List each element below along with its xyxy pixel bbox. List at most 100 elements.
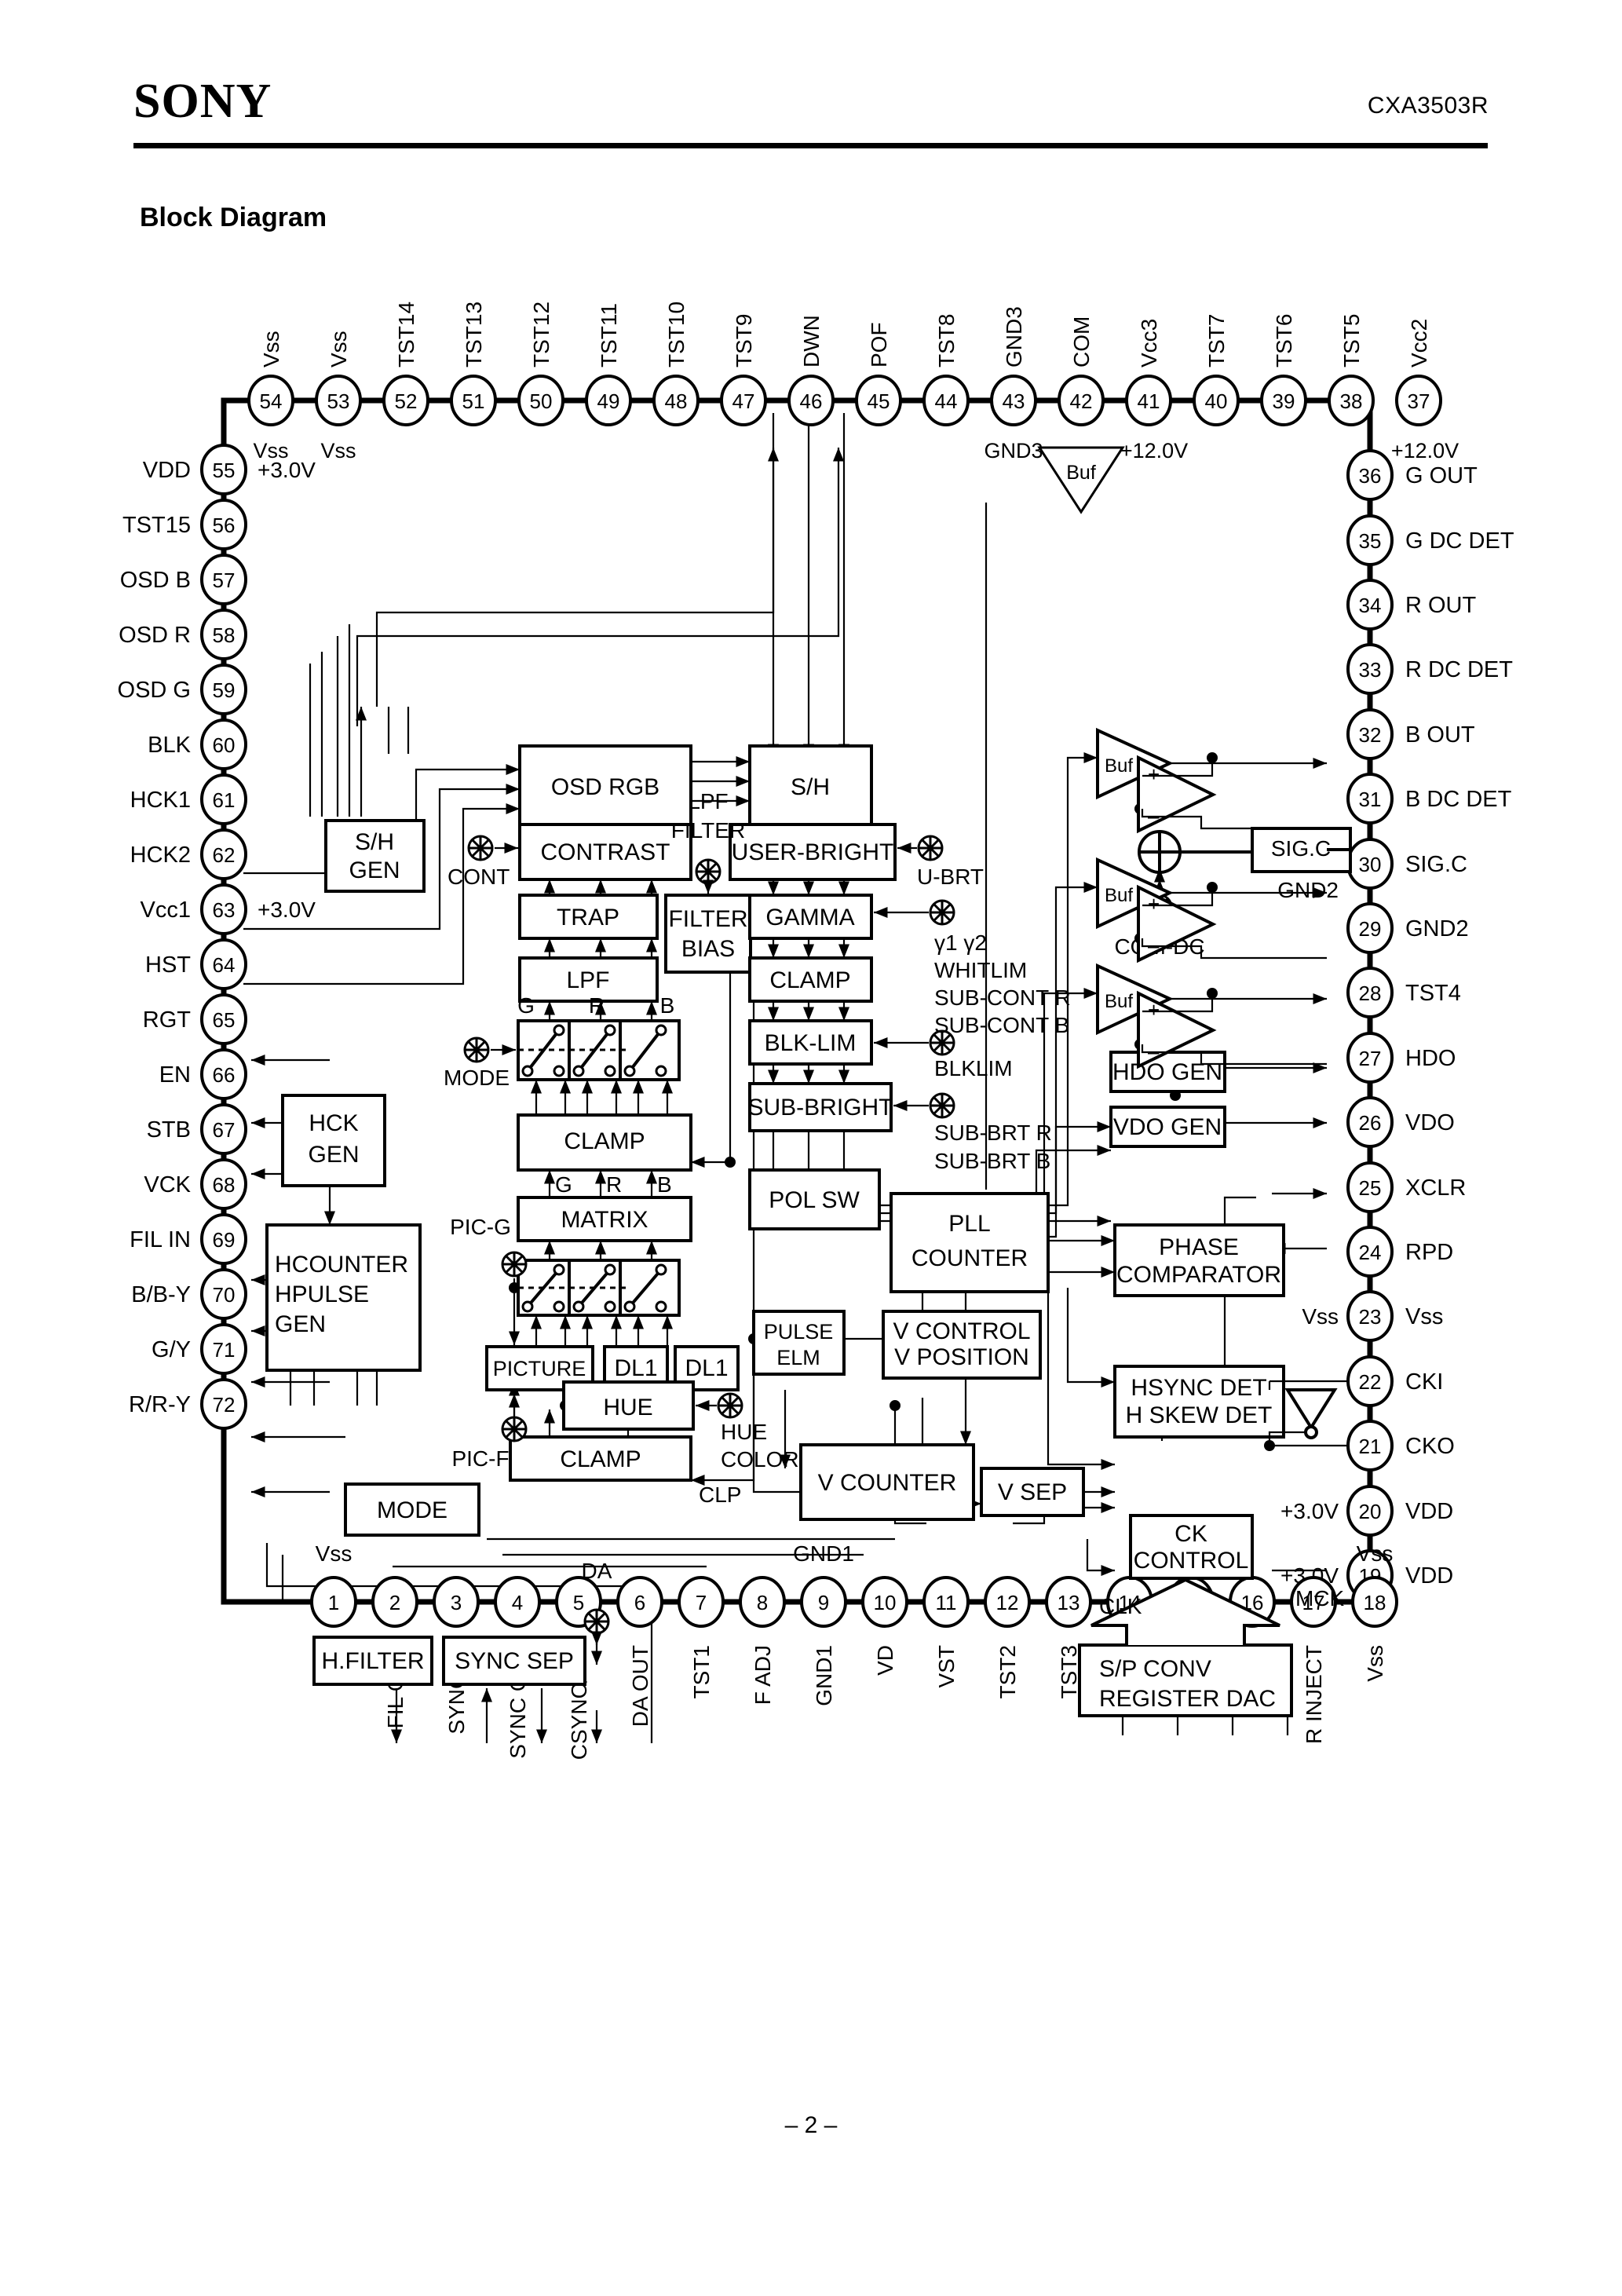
block-label-sh-gen-1: S/H bbox=[355, 829, 394, 855]
pin-num: 2 bbox=[389, 1591, 400, 1614]
pin-num: 49 bbox=[597, 389, 620, 413]
block-label-pll: PLL bbox=[948, 1211, 990, 1237]
left-pin-notes: +3.0V +3.0V bbox=[258, 458, 316, 922]
pin-label: F ADJ bbox=[751, 1645, 775, 1705]
switch-bank-upper: G R B bbox=[517, 993, 681, 1081]
pin-label: G DC DET bbox=[1405, 528, 1514, 554]
pin-note: Vss bbox=[320, 439, 356, 462]
block-label-v-sep: V SEP bbox=[998, 1479, 1067, 1505]
pin-num: 7 bbox=[696, 1591, 707, 1614]
block-label-sh: S/H bbox=[791, 774, 830, 800]
pin-num: 21 bbox=[1359, 1435, 1382, 1458]
switch-label-b: B bbox=[660, 993, 675, 1018]
pin-num: 30 bbox=[1359, 853, 1382, 876]
pin-num: 29 bbox=[1359, 917, 1382, 941]
pin-label: Vss bbox=[327, 331, 351, 367]
pin-num: 43 bbox=[1003, 389, 1025, 413]
pin-num: 39 bbox=[1273, 389, 1295, 413]
pin-label: B/B-Y bbox=[131, 1282, 191, 1307]
pin-num: 20 bbox=[1359, 1500, 1382, 1523]
pin-label: DWN bbox=[799, 315, 824, 367]
pin-note: +12.0V bbox=[1391, 439, 1459, 462]
block-label-clamp-mid: CLAMP bbox=[564, 1128, 645, 1154]
pin-label: COM bbox=[1069, 316, 1094, 367]
block-label-clamp-right: CLAMP bbox=[769, 967, 850, 993]
annot-pic-f: PIC-F bbox=[451, 1446, 509, 1471]
block-label-contrast: CONTRAST bbox=[541, 839, 670, 865]
block-label-hcounter: HCOUNTER bbox=[275, 1252, 408, 1278]
pin-note: Vss bbox=[316, 1541, 353, 1566]
pin-label: SIG.C bbox=[1405, 852, 1467, 877]
block-label-trap: TRAP bbox=[557, 905, 619, 930]
switch-label-r: R bbox=[589, 993, 605, 1018]
block-label-mode: MODE bbox=[377, 1497, 448, 1523]
annot-sub-cont-b: SUB-CONT B bbox=[934, 1013, 1069, 1037]
pin-label: CKO bbox=[1405, 1434, 1455, 1459]
block-hck-gen[interactable] bbox=[281, 1094, 386, 1187]
pin-note: +3.0V bbox=[1280, 1499, 1339, 1523]
pin-num: 48 bbox=[665, 389, 688, 413]
amp-plus-g: + bbox=[1148, 762, 1160, 786]
pin-label: B OUT bbox=[1405, 722, 1475, 748]
block-label-pulse: PULSE bbox=[764, 1320, 834, 1344]
block-label-hck-gen-2: GEN bbox=[308, 1142, 359, 1168]
block-label-matrix: MATRIX bbox=[561, 1207, 648, 1233]
page-number: – 2 – bbox=[784, 2112, 838, 2138]
pin-label: TST6 bbox=[1272, 314, 1296, 367]
header-divider bbox=[133, 143, 1488, 148]
pin-num: 64 bbox=[213, 953, 236, 977]
pin-num: 61 bbox=[213, 788, 236, 812]
block-label-bias: BIAS bbox=[681, 936, 735, 962]
block-label-picture: PICTURE bbox=[493, 1357, 586, 1380]
pin-label: VST bbox=[934, 1645, 959, 1687]
clamp-label-g: G bbox=[555, 1172, 572, 1197]
pin-num: 46 bbox=[800, 389, 823, 413]
amp-minus-r: – bbox=[1148, 934, 1160, 957]
pin-label: HDO bbox=[1405, 1046, 1456, 1071]
block-label-user-bright: USER-BRIGHT bbox=[732, 839, 894, 865]
pin-num: 26 bbox=[1359, 1111, 1382, 1135]
annot-da: DA bbox=[582, 1559, 612, 1583]
pin-num: 68 bbox=[213, 1173, 236, 1197]
pin-label: B DC DET bbox=[1405, 787, 1512, 812]
pin-num: 54 bbox=[260, 389, 283, 413]
inverter-bubble bbox=[1304, 1425, 1318, 1439]
pin-label: HST bbox=[145, 952, 191, 978]
pin-label: GND1 bbox=[812, 1645, 836, 1706]
pin-label: VDD bbox=[1405, 1563, 1453, 1589]
pin-num: 33 bbox=[1359, 658, 1382, 682]
block-label-v-control: V CONTROL bbox=[893, 1318, 1030, 1344]
pin-num: 60 bbox=[213, 733, 236, 757]
block-label-sh-gen-2: GEN bbox=[349, 857, 400, 883]
cko-junction-dot bbox=[1264, 1440, 1275, 1451]
right-pin-notes: GND2 Vss +3.0V +3.0V bbox=[1277, 878, 1339, 1588]
pin-num: 69 bbox=[213, 1228, 236, 1252]
block-pll-counter[interactable] bbox=[890, 1192, 1050, 1293]
pin-num: 44 bbox=[935, 389, 958, 413]
annot-mode: MODE bbox=[444, 1066, 510, 1090]
clamp-label-r: R bbox=[606, 1172, 622, 1197]
pin-note: +3.0V bbox=[258, 458, 316, 482]
annot-lpf: LPF bbox=[688, 789, 728, 813]
pin-num: 57 bbox=[213, 569, 236, 592]
pin-num: 42 bbox=[1070, 389, 1093, 413]
pin-num: 38 bbox=[1340, 389, 1363, 413]
annot-sub-brt-b: SUB-BRT B bbox=[934, 1149, 1050, 1173]
pin-num: 32 bbox=[1359, 723, 1382, 747]
annot-u-brt: U-BRT bbox=[917, 865, 984, 889]
pin-num: 71 bbox=[213, 1338, 236, 1362]
pin-num: 55 bbox=[213, 459, 236, 482]
pin-num: 28 bbox=[1359, 982, 1382, 1005]
pin-num: 3 bbox=[451, 1591, 462, 1614]
pin-note: GND1 bbox=[793, 1541, 854, 1566]
pin-label: R OUT bbox=[1405, 593, 1477, 618]
pin-num: 52 bbox=[395, 389, 418, 413]
sony-logo: SONY bbox=[133, 75, 272, 128]
pin-label: G OUT bbox=[1405, 463, 1478, 488]
annot-sub-cont-r: SUB-CONT R bbox=[934, 985, 1071, 1010]
block-label-phase: PHASE bbox=[1159, 1234, 1239, 1260]
block-label-dl1-a: DL1 bbox=[614, 1355, 657, 1381]
pin-label: TST2 bbox=[995, 1645, 1020, 1698]
block-label-sp-conv: S/P CONV bbox=[1099, 1656, 1211, 1682]
block-label-gen: GEN bbox=[275, 1311, 326, 1337]
